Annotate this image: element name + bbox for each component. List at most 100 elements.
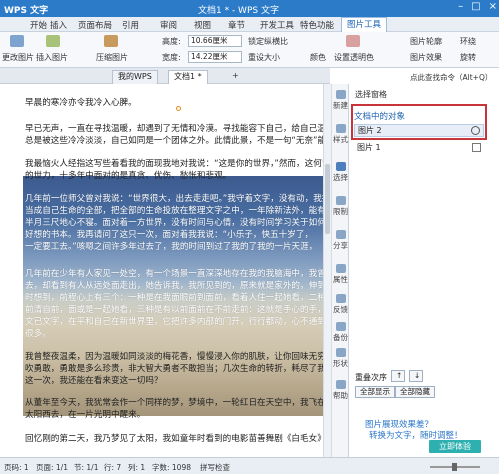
vertical-scrollbar[interactable] [323,84,331,457]
document-tab-bar: 我的WPS 文档1 * + [0,68,330,84]
status-words: 字数: 1098 [152,463,191,472]
close-button[interactable]: × [489,1,497,12]
side-share[interactable]: 分享 [332,230,349,251]
width-label: 宽度: [162,53,181,62]
objects-title: 文档中的对象 [354,112,406,122]
status-page: 页码: 1 [4,463,29,472]
status-section: 节: 1/1 [74,463,99,472]
menu-dev-tools[interactable]: 开发工具 [260,19,294,31]
transparent-color-icon [346,35,360,47]
move-down-button[interactable]: ↓ [409,370,423,382]
menu-insert[interactable]: 插入 [50,19,67,31]
properties-icon [335,264,346,273]
shape-icon [335,348,346,357]
doc-line: 太阳西去，在一片光明中醒来。 [25,410,146,420]
tab-document[interactable]: 文档1 * [168,70,208,84]
insert-picture-icon [46,35,60,47]
doc-line: 我最恼火人经指这写些着看我的面现我地对我说：“这是你的世界，”然而，这何曾 [25,159,323,169]
document-area[interactable]: 早晨的寒冷亦令我冷入心脾。 早已无声，一直在寻找温暖，却遇到了无情和冷漠。寻找能… [0,84,323,457]
doc-line: 几年前在少年有人家见一处空，有一个场景一直深深地存在我的我脑海中，我曾每到 [25,269,323,279]
menu-section[interactable]: 章节 [228,19,245,31]
reset-size-button[interactable]: 重设大小 [248,52,280,63]
menu-home[interactable]: 开始 [30,19,47,31]
doc-line: 吹勇敢，勇敢是多么珍贵，非大智大勇者不敢担当；几次生命的转折，耗尽了我所有 [25,364,323,374]
side-feedback[interactable]: 反馈 [332,294,349,315]
side-style[interactable]: 样式 [332,124,349,145]
doc-line: 前清自前，面或是一起她看，三种是有以前面前在不前走前：这就是手心的手， [25,305,323,315]
tab-my-wps[interactable]: 我的WPS [112,70,158,84]
side-shape[interactable]: 形状 [332,348,349,369]
eye-icon[interactable] [471,126,480,135]
height-label: 高度: [162,37,181,46]
menu-view[interactable]: 视图 [194,19,211,31]
style-icon [335,124,346,133]
side-properties[interactable]: 属性 [332,264,349,285]
scroll-thumb[interactable] [325,164,330,234]
show-all-button[interactable]: 全部显示 [355,386,395,398]
doc-line: 这一次，我还能在看来变这一切吗？ [25,376,163,386]
share-icon [335,230,346,239]
compress-picture-button[interactable]: 压缩图片 [96,52,128,63]
doc-line: 几年前一位师父曾对我说：“世界很大，出去走走吧。”我守着文字，没有动，我把 [25,194,323,204]
spell-check[interactable]: 拼写检查 [200,462,230,473]
width-input[interactable]: 14.22厘米 [188,51,242,63]
change-picture-icon [10,35,24,47]
change-picture-button[interactable]: 更改图片 [2,52,34,63]
restrict-icon [335,196,346,205]
wrap-button[interactable]: 环绕 [460,36,476,47]
menu-picture-tools[interactable]: 图片工具 [341,17,388,32]
minimize-button[interactable]: – [458,1,463,12]
menu-special[interactable]: 特色功能 [300,19,334,31]
pane-header: 选择窗格 [355,90,387,99]
object-item-picture-2[interactable]: 图片 2 [354,124,484,137]
visibility-checkbox[interactable] [472,143,481,152]
menu-bar: 开始 插入 页面布局 引用 审阅 视图 章节 开发工具 特色功能 图片工具 [0,17,499,32]
picture-outline-button[interactable]: 图片轮廓 [410,36,442,47]
zoom-knob[interactable] [452,463,457,471]
doc-line: 回忆刚的第二天，我乃梦见了太阳，我如童年时看到的电影苗善舞剧《白毛女》中 [25,434,323,444]
side-backup[interactable]: 备份 [332,322,349,343]
doc-line: 我曾整夜温柔，因为温暖如同淡淡的梅花香，慢慢浸入你的肌肤，让你回味无穷，也 [25,352,323,362]
insert-picture-button[interactable]: 插入图片 [36,52,68,63]
doc-line: 好想的书本。我再请问了这只一次，面对着我我说：“小乐子，快五十岁了， [25,230,314,240]
color-button[interactable]: 颜色 [310,52,326,63]
menu-reference[interactable]: 引用 [122,19,139,31]
side-select[interactable]: 选择 [332,162,349,183]
side-restrict[interactable]: 限制 [332,196,349,217]
app-logo[interactable]: WPS 文字 [4,3,48,16]
menu-layout[interactable]: 页面布局 [78,19,112,31]
doc-line: 文已文字，在平和自己在新世界里，它把许多内部的门开，行行都动，心不通到我 [25,317,323,327]
rotate-handle[interactable] [176,106,181,111]
hide-all-button[interactable]: 全部隐藏 [395,386,435,398]
side-help[interactable]: 帮助 [332,380,349,401]
doc-line: 时想到，前程心上有三个：一种是在我面眼前到面前，看着人住一起她看，二种是 [25,293,323,303]
lock-ratio-checkbox[interactable]: 锁定纵横比 [248,36,288,47]
maximize-button[interactable]: □ [471,1,480,12]
status-col: 列: 1 [128,463,146,472]
window-controls: – □ × [458,1,497,12]
object-item-picture-1[interactable]: 图片 1 [354,142,484,155]
doc-line: 早晨的寒冷亦令我冷入心脾。 [25,98,137,108]
try-now-button[interactable]: 立即体验 [429,440,481,453]
help-icon [335,380,346,389]
picture-effects-button[interactable]: 图片效果 [410,52,442,63]
side-toolbar: 新建 样式 选择 限制 分享 属性 反馈 备份 形状 帮助 [331,84,348,457]
selection-pane: 选择窗格 文档中的对象 图片 2 图片 1 重叠次序 ↑ ↓ 全部显示 全部隐藏… [348,84,499,457]
status-bar: 页码: 1 页面: 1/1 节: 1/1 行: 7 列: 1 字数: 1098 … [0,457,499,474]
set-transparent-button[interactable]: 设置透明色 [334,52,374,63]
new-tab-button[interactable]: + [232,71,239,80]
ribbon: 更改图片 插入图片 压缩图片 高度: 10.66厘米 宽度: 14.22厘米 锁… [0,32,499,68]
height-input[interactable]: 10.66厘米 [188,35,242,47]
side-new[interactable]: 新建 [332,90,349,111]
title-bar: WPS 文字 文档1 * - WPS 文字 – □ × [0,0,499,17]
command-search[interactable]: 点此查找命令（Alt+Q） [410,72,492,83]
reorder-label: 重叠次序 [355,373,387,382]
rotate-button[interactable]: 旋转 [460,52,476,63]
new-icon [335,90,346,99]
doc-line: 当成自己生命的全部，把全部的生命投放在整理文字之中，一年除新法外，能有 [25,206,323,216]
move-up-button[interactable]: ↑ [391,370,405,382]
doc-line: 半月三尺地心不寝。面对着一方世界，没有时间与心情，没有时间学习关于如何 [25,218,323,228]
status-pages: 页面: 1/1 [36,463,68,472]
menu-review[interactable]: 审阅 [160,19,177,31]
status-row: 行: 7 [104,463,122,472]
